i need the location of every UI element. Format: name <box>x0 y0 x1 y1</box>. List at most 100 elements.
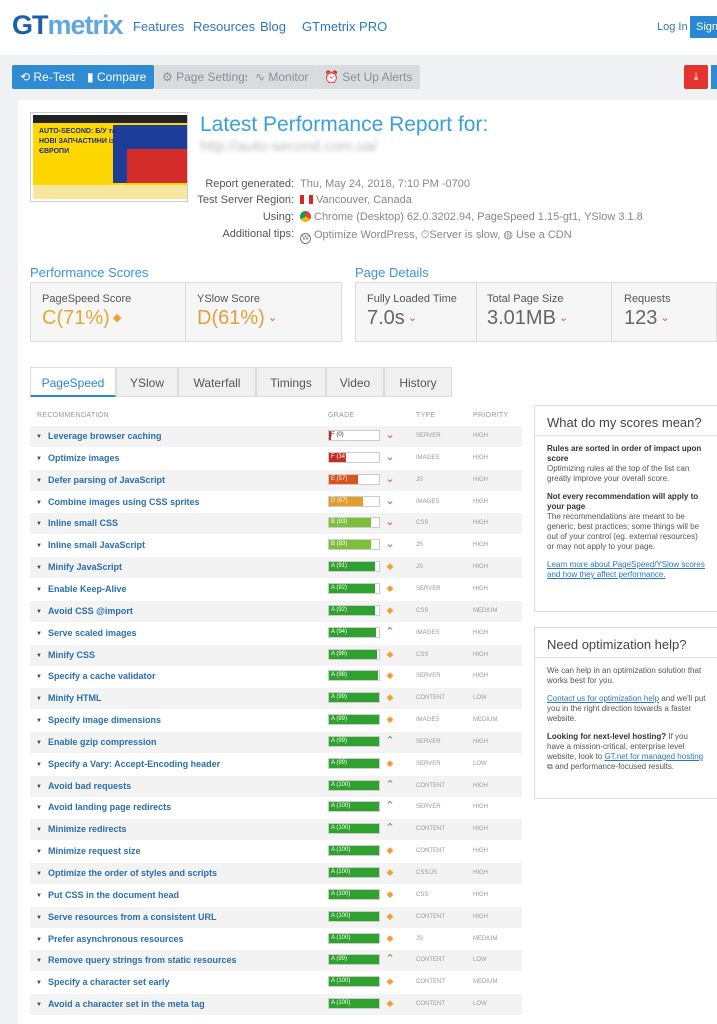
signup-button[interactable]: Sign <box>690 16 717 38</box>
recommendation-name[interactable]: Minimize redirects <box>36 824 127 834</box>
nav-resources[interactable]: Resources <box>193 19 255 34</box>
recommendation-name[interactable]: Optimize images <box>36 453 120 463</box>
recommendation-name[interactable]: Defer parsing of JavaScript <box>36 475 165 485</box>
tab-pagespeed[interactable]: PageSpeed <box>30 367 116 397</box>
more-button[interactable] <box>711 65 717 89</box>
recommendation-name[interactable]: Serve resources from a consistent URL <box>36 912 217 922</box>
pagespeed-score-label: PageSpeed Score <box>42 293 132 305</box>
tab-yslow[interactable]: YSlow <box>116 367 178 397</box>
table-row[interactable]: Optimize the order of styles and scripts… <box>30 863 522 884</box>
table-row[interactable]: Minimize request size A (100) ◆ CONTENT HIGH <box>30 841 522 862</box>
recommendation-name[interactable]: Avoid CSS @import <box>36 606 133 616</box>
recommendation-name[interactable]: Enable gzip compression <box>36 737 157 747</box>
recommendation-type: CONTENT <box>416 1001 445 1008</box>
contact-link[interactable]: Contact us for optimization help <box>547 694 659 703</box>
recommendation-name[interactable]: Specify a cache validator <box>36 671 156 681</box>
table-row[interactable]: Avoid CSS @import A (92) ◆ CSS MEDIUM <box>30 600 522 622</box>
recommendation-name[interactable]: Prefer asynchronous resources <box>36 934 184 944</box>
set-up-alerts-button[interactable]: ⏰ Set Up Alerts <box>316 65 421 89</box>
recommendation-name[interactable]: Avoid bad requests <box>36 781 131 791</box>
compare-button[interactable]: ▮ Compare <box>79 65 155 89</box>
recommendation-name[interactable]: Optimize the order of styles and scripts <box>36 868 217 878</box>
table-row[interactable]: Serve resources from a consistent URL A (… <box>30 906 522 928</box>
table-row[interactable]: Prefer asynchronous resources A (100) ◆ JS M… <box>30 929 522 950</box>
tip-server-slow[interactable]: Server is slow, <box>429 229 500 241</box>
table-row[interactable]: Specify image dimensions A (99) ◆ IMAGES MED… <box>30 710 522 731</box>
tab-video[interactable]: Video <box>326 367 384 397</box>
recommendation-name[interactable]: Avoid landing page redirects <box>36 802 171 812</box>
table-row[interactable]: Serve scaled images A (94) ⌃ IMAGES HIGH <box>30 623 522 644</box>
recommendation-type: CONTENT <box>416 848 445 855</box>
table-row[interactable]: Avoid a character set in the meta tag A (… <box>30 994 522 1016</box>
recommendation-name[interactable]: Put CSS in the document head <box>36 890 179 900</box>
tip-optimize-wordpress[interactable]: Optimize WordPress, <box>314 229 418 241</box>
recommendation-name[interactable]: Remove query strings from static resourc… <box>36 955 237 965</box>
recommendation-name[interactable]: Specify a Vary: Accept-Encoding header <box>36 759 220 769</box>
diamond-icon: ◆ <box>386 845 394 856</box>
pagespeed-score[interactable]: C(71%) ◆ <box>42 307 121 330</box>
table-row[interactable]: Specify a Vary: Accept-Encoding header A … <box>30 754 522 775</box>
diamond-icon: ◆ <box>386 998 394 1009</box>
chevron-down-icon: ⌄ <box>558 312 569 324</box>
retest-button[interactable]: ⟲ Re-Test <box>12 65 83 89</box>
tab-timings[interactable]: Timings <box>256 367 326 397</box>
recommendation-type: IMAGES <box>416 717 440 724</box>
recommendation-name[interactable]: Avoid a character set in the meta tag <box>36 999 205 1009</box>
recommendation-priority: MEDIUM <box>473 935 498 942</box>
grade-label: A (100) <box>331 934 351 941</box>
login-link[interactable]: Log In <box>657 21 688 33</box>
grade-bar: A (100) <box>328 932 380 944</box>
tab-history[interactable]: History <box>384 367 452 397</box>
table-row[interactable]: Enable gzip compression A (99) ⌃ SERVER HIGH <box>30 731 522 753</box>
recommendation-type: CSS/JS <box>416 870 438 876</box>
table-row[interactable]: Minify CSS A (96) ◆ CSS HIGH <box>30 644 522 666</box>
recommendation-name[interactable]: Inline small CSS <box>36 518 118 528</box>
table-row[interactable]: Combine images using CSS sprites D (67) ⌄ I… <box>30 492 522 513</box>
recommendation-name[interactable]: Serve scaled images <box>36 628 137 638</box>
table-row[interactable]: Minify JavaScript A (91) ◆ JS HIGH <box>30 557 522 579</box>
table-row[interactable]: Inline small JavaScript B (83) ⌄ JS HIGH <box>30 535 522 556</box>
recommendation-name[interactable]: Inline small JavaScript <box>36 540 145 550</box>
recommendation-priority: MEDIUM <box>473 717 498 724</box>
table-row[interactable]: Remove query strings from static resourc… <box>30 950 522 972</box>
table-row[interactable]: Enable Keep-Alive A (92) ◆ SERVER HIGH <box>30 579 522 600</box>
recommendation-name[interactable]: Combine images using CSS sprites <box>36 497 200 507</box>
table-row[interactable]: Avoid bad requests A (100) ⌃ CONTENT HIGH <box>30 775 522 797</box>
report-url[interactable]: http://auto-second.com.ua/ <box>200 138 378 155</box>
not-every-text: The recommendations are meant to be gene… <box>547 512 700 551</box>
nav-features[interactable]: Features <box>133 19 184 34</box>
recommendation-name[interactable]: Specify a character set early <box>36 977 170 987</box>
recommendation-name[interactable]: Minimize request size <box>36 846 141 856</box>
table-row[interactable]: Inline small CSS B (83) ⌄ CSS HIGH <box>30 513 522 535</box>
table-row[interactable]: Specify a cache validator A (98) ◆ SERVER HI… <box>30 666 522 687</box>
table-row[interactable]: Defer parsing of JavaScript E (57) ⌄ JS HIGH <box>30 469 522 491</box>
recommendation-name[interactable]: Enable Keep-Alive <box>36 584 127 594</box>
table-row[interactable]: Optimize images F (34) ⌄ IMAGES HIGH <box>30 448 522 469</box>
recommendation-name[interactable]: Minify CSS <box>36 650 95 660</box>
yslow-score[interactable]: D(61%) ⌄ <box>197 307 277 330</box>
page-settings-button[interactable]: ⚙ Page Settings <box>154 65 259 89</box>
pdf-download-button[interactable]: ⤓ <box>684 65 708 89</box>
diamond-icon: ◆ <box>386 932 394 943</box>
table-row[interactable]: Specify a character set early A (100) ◆ CON… <box>30 972 522 993</box>
gt-net-link[interactable]: GT.net for managed hosting <box>604 752 703 761</box>
recommendation-name[interactable]: Specify image dimensions <box>36 715 161 725</box>
gtmetrix-logo[interactable]: GTmetrix <box>12 10 124 41</box>
learn-more-link[interactable]: Learn more about PageSpeed/YSlow scores … <box>547 560 705 579</box>
recommendation-name[interactable]: Minify JavaScript <box>36 562 122 572</box>
grade-label: E (57) <box>331 475 348 482</box>
tip-use-cdn[interactable]: Use a CDN <box>516 229 572 241</box>
table-row[interactable]: Avoid landing page redirects A (100) ⌃ SERV… <box>30 797 522 818</box>
table-row[interactable]: Put CSS in the document head A (100) ◆ CSS H… <box>30 885 522 906</box>
table-row[interactable]: Minimize redirects A (100) ⌃ CONTENT HIGH <box>30 819 522 841</box>
recommendation-name[interactable]: Leverage browser caching <box>36 431 162 441</box>
monitor-button[interactable]: ∿ Monitor <box>247 65 317 89</box>
chevron-down-icon: ⌄ <box>385 516 395 529</box>
table-row[interactable]: Leverage browser caching F (0) ⌄ SERVER HIGH <box>30 426 522 447</box>
tab-waterfall[interactable]: Waterfall <box>178 367 256 397</box>
recommendation-priority: LOW <box>473 760 487 767</box>
nav-blog[interactable]: Blog <box>260 19 286 34</box>
nav-gtmetrix-pro[interactable]: GTmetrix PRO <box>302 19 387 34</box>
recommendation-name[interactable]: Minify HTML <box>36 693 102 703</box>
table-row[interactable]: Minify HTML A (99) ◆ CONTENT LOW <box>30 688 522 710</box>
